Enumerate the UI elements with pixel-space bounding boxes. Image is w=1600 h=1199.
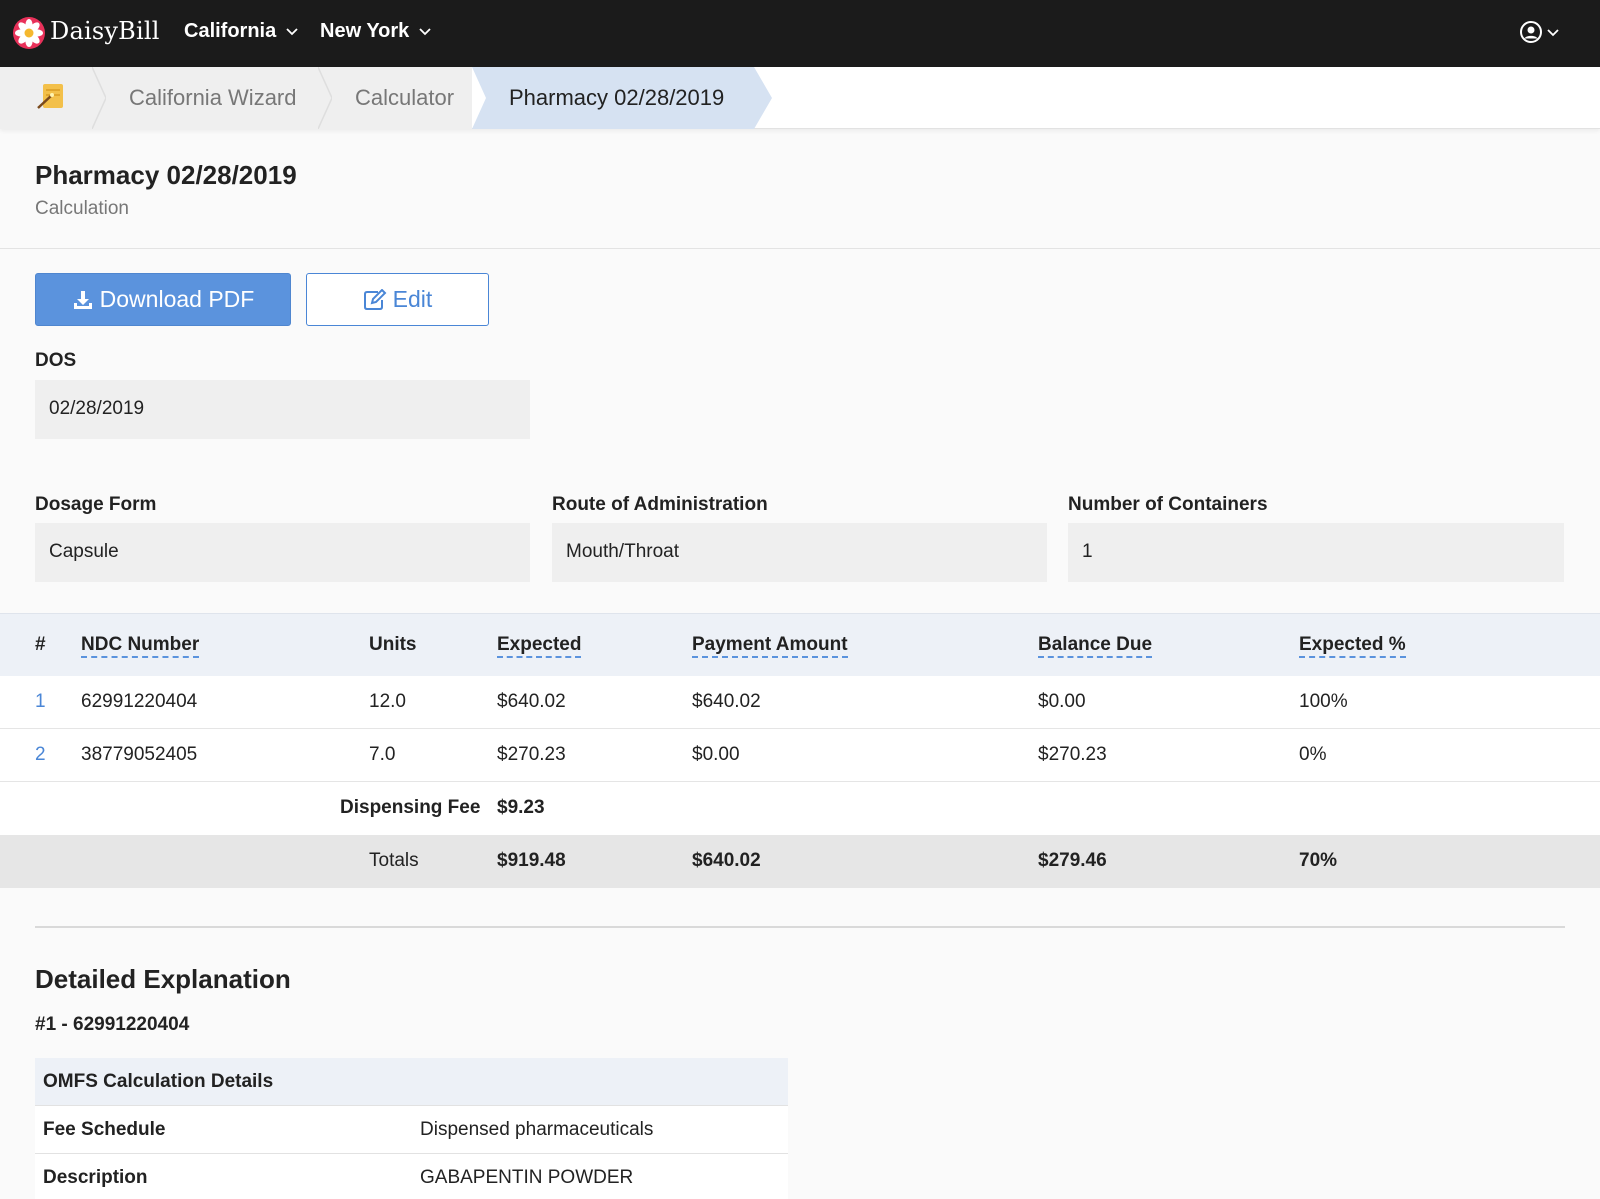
- chevron-down-icon: [419, 28, 431, 35]
- breadcrumb-current-page: Pharmacy 02/28/2019: [509, 85, 725, 110]
- explanation-item-heading: #1 - 62991220404: [35, 1014, 190, 1035]
- edit-icon: [363, 288, 387, 310]
- column-header-units: Units: [369, 634, 417, 655]
- table-row: 2 38779052405 7.0 $270.23 $0.00 $270.23 …: [0, 729, 1600, 782]
- breadcrumb-separator: [318, 67, 332, 129]
- totals-payment: $640.02: [692, 850, 761, 871]
- nav-new-york-dropdown[interactable]: New York: [320, 20, 431, 43]
- omfs-details-header-label: OMFS Calculation Details: [43, 1071, 274, 1092]
- units-cell: 7.0: [369, 744, 396, 765]
- breadcrumb-calculator[interactable]: Calculator: [355, 85, 454, 111]
- detail-row: Fee Schedule Dispensed pharmaceuticals: [35, 1106, 788, 1154]
- column-header-payment[interactable]: Payment Amount: [692, 634, 848, 658]
- edit-button[interactable]: Edit: [306, 273, 489, 326]
- page-subtitle: Calculation: [35, 198, 129, 219]
- detail-key: Description: [43, 1167, 148, 1188]
- dispensing-fee-row: Dispensing Fee $9.23: [0, 782, 1600, 835]
- download-icon: [73, 290, 92, 309]
- totals-label: Totals: [369, 850, 419, 871]
- user-circle-icon: [1520, 21, 1542, 43]
- units-cell: 12.0: [369, 691, 406, 712]
- detail-row: Description GABAPENTIN POWDER: [35, 1154, 788, 1199]
- download-pdf-label: Download PDF: [99, 286, 255, 312]
- table-header: # NDC Number Units Expected Payment Amou…: [0, 613, 1600, 676]
- dos-field: 02/28/2019: [35, 380, 530, 439]
- expected-pct-cell: 0%: [1299, 744, 1327, 765]
- ndc-cell: 38779052405: [81, 744, 198, 765]
- breadcrumb-separator: [92, 67, 106, 129]
- column-header-ndc[interactable]: NDC Number: [81, 634, 200, 658]
- chevron-down-icon: [1547, 29, 1559, 37]
- breadcrumb: California Wizard Calculator Pharmacy 02…: [0, 67, 1600, 129]
- column-header-balance[interactable]: Balance Due: [1038, 634, 1153, 658]
- chevron-down-icon: [286, 28, 298, 35]
- dosage-form-label: Dosage Form: [35, 494, 157, 515]
- row-number-link[interactable]: 1: [35, 691, 46, 713]
- totals-row: Totals $919.48 $640.02 $279.46 70%: [0, 835, 1600, 888]
- containers-field: 1: [1068, 523, 1564, 582]
- user-menu-dropdown[interactable]: [1519, 18, 1567, 48]
- brand-name[interactable]: DaisyBill: [50, 17, 160, 45]
- balance-cell: $270.23: [1038, 744, 1107, 765]
- ndc-cell: 62991220404: [81, 691, 198, 712]
- breadcrumb-california-wizard[interactable]: California Wizard: [129, 85, 297, 111]
- detail-value: Dispensed pharmaceuticals: [420, 1119, 654, 1140]
- dispensing-fee-value: $9.23: [497, 797, 545, 818]
- edit-label: Edit: [392, 286, 433, 312]
- detail-key: Fee Schedule: [43, 1119, 166, 1140]
- dos-label: DOS: [35, 350, 77, 371]
- nav-california-dropdown[interactable]: California: [184, 20, 298, 43]
- section-title: Detailed Explanation: [35, 964, 291, 994]
- column-header-expected[interactable]: Expected: [497, 634, 582, 658]
- page-title: Pharmacy 02/28/2019: [35, 160, 297, 190]
- totals-expected-pct: 70%: [1299, 850, 1338, 871]
- row-number-link[interactable]: 2: [35, 744, 46, 766]
- top-nav: DaisyBill California New York: [0, 0, 1600, 67]
- omfs-details-header: OMFS Calculation Details: [35, 1058, 788, 1106]
- expected-cell: $640.02: [497, 691, 566, 712]
- detail-value: GABAPENTIN POWDER: [420, 1167, 634, 1188]
- column-header-num: #: [35, 634, 46, 655]
- nav-new-york-label: New York: [320, 20, 410, 42]
- column-header-expected-pct[interactable]: Expected %: [1299, 634, 1406, 658]
- divider: [35, 926, 1565, 928]
- nav-california-label: California: [184, 20, 277, 42]
- balance-cell: $0.00: [1038, 691, 1086, 712]
- totals-balance: $279.46: [1038, 850, 1107, 871]
- expected-pct-cell: 100%: [1299, 691, 1348, 712]
- route-field: Mouth/Throat: [552, 523, 1047, 582]
- daisy-logo-icon[interactable]: [12, 16, 46, 50]
- divider: [0, 248, 1600, 249]
- containers-label: Number of Containers: [1068, 494, 1268, 515]
- table-row: 1 62991220404 12.0 $640.02 $640.02 $0.00…: [0, 676, 1600, 729]
- omfs-details-table: OMFS Calculation Details Fee Schedule Di…: [35, 1058, 788, 1199]
- wizard-home-icon[interactable]: [34, 81, 68, 113]
- payment-cell: $640.02: [692, 691, 761, 712]
- expected-cell: $270.23: [497, 744, 566, 765]
- dispensing-fee-label: Dispensing Fee: [340, 797, 481, 818]
- route-label: Route of Administration: [552, 494, 768, 515]
- payment-cell: $0.00: [692, 744, 740, 765]
- dosage-form-field: Capsule: [35, 523, 530, 582]
- download-pdf-button[interactable]: Download PDF: [35, 273, 291, 326]
- totals-expected: $919.48: [497, 850, 566, 871]
